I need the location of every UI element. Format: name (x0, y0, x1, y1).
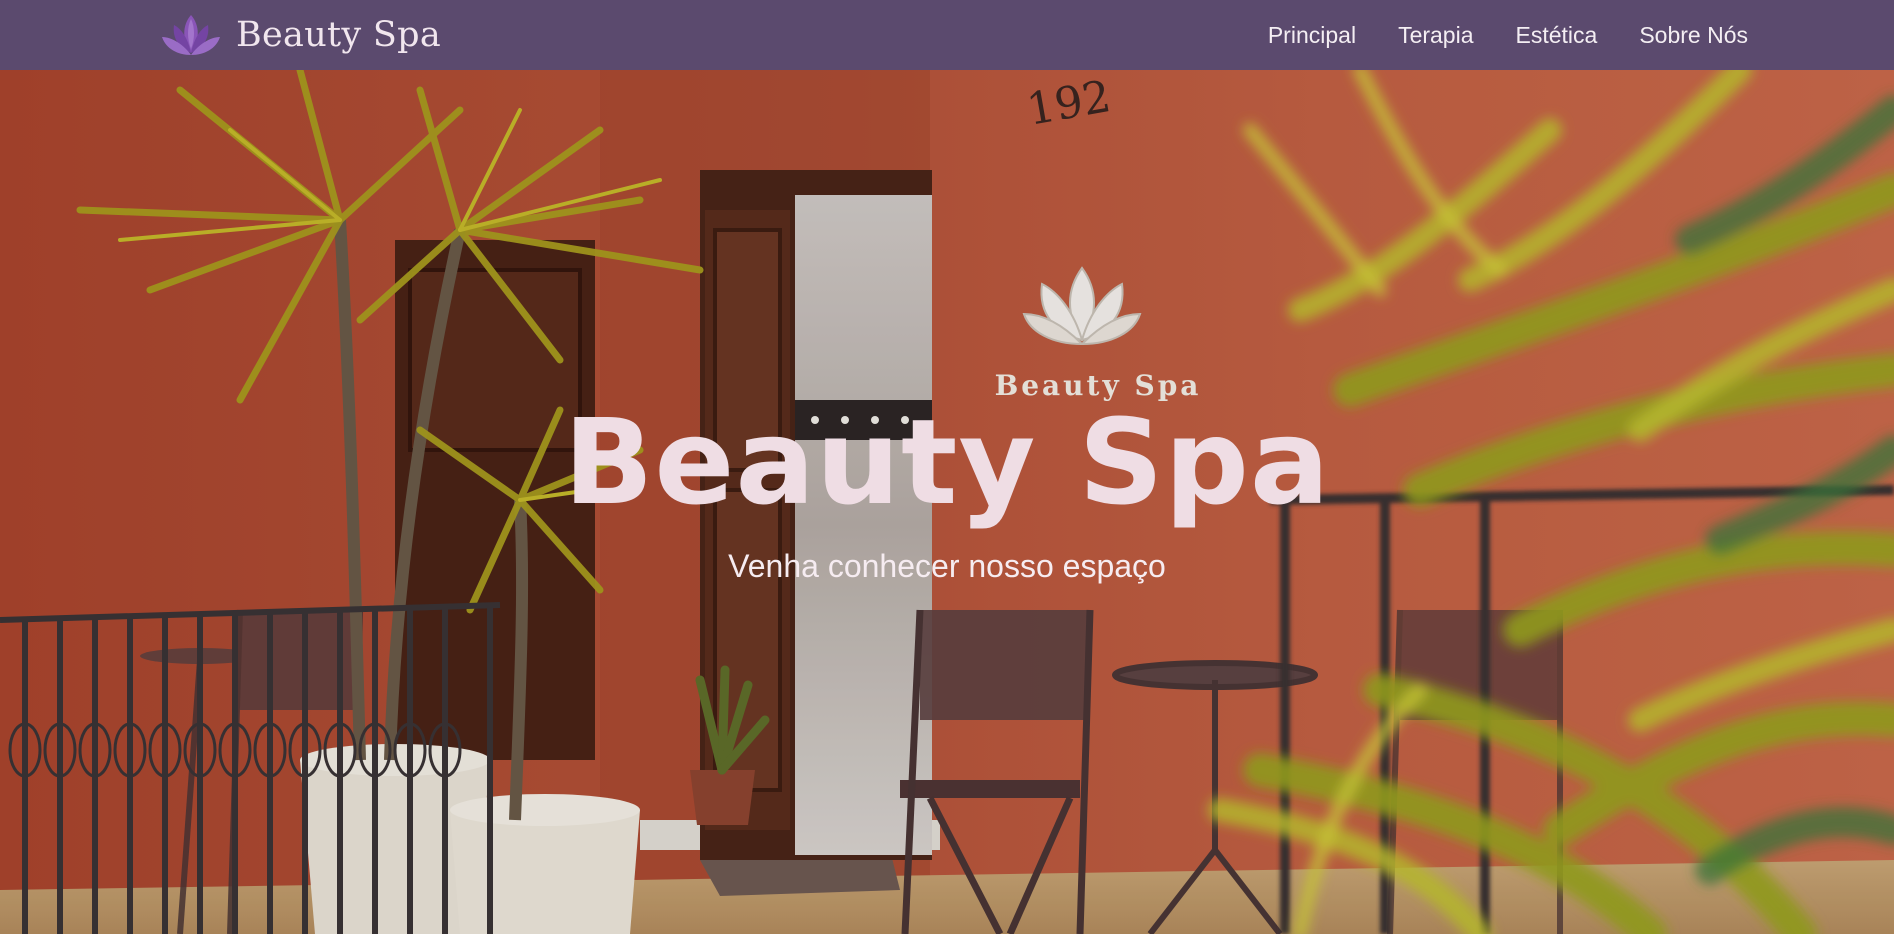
nav-link-principal[interactable]: Principal (1268, 22, 1356, 49)
hero-title: Beauty Spa (563, 393, 1331, 531)
brand-link[interactable]: Beauty Spa (160, 10, 441, 60)
nav-link-terapia[interactable]: Terapia (1398, 22, 1473, 49)
lotus-icon (162, 15, 220, 55)
top-navbar: Beauty Spa Principal Terapia Estética So… (0, 0, 1894, 70)
brand-name: Beauty Spa (236, 15, 442, 55)
hero-subtitle: Venha conhecer nosso espaço (728, 548, 1166, 584)
hero-section: 192 Beauty Spa Beauty Spa Venha conhecer… (0, 70, 1894, 934)
main-nav: Principal Terapia Estética Sobre Nós (1268, 0, 1748, 70)
nav-link-estetica[interactable]: Estética (1516, 22, 1598, 49)
nav-link-sobre-nos[interactable]: Sobre Nós (1639, 22, 1748, 49)
